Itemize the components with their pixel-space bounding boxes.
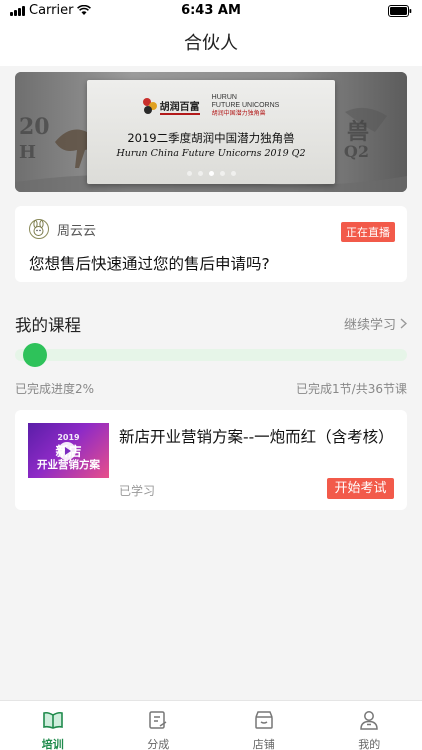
start-exam-button[interactable]: 开始考试 [327,478,394,499]
clock: 6:43 AM [181,3,241,18]
banner-slide[interactable]: 胡润百富 HURUN FUTURE UNICORNS 胡润中国潜力独角兽 201… [87,80,335,184]
host-name: 周云云 [57,223,97,239]
share-icon [149,711,167,729]
tab-training-label: 培训 [41,738,64,750]
tab-training[interactable]: 培训 [0,701,106,750]
page-title: 合伙人 [184,33,238,54]
live-question: 您想售后快速通过您的售后申请吗? [29,255,270,273]
hurun-mark-icon [142,98,157,114]
unicorn-logo-line3: 胡润中国潜力独角兽 [211,111,266,117]
tab-bar: 培训 分成 店铺 我的 [0,700,422,750]
banner-ghost-text-left: 20 [19,114,50,140]
battery-icon [388,5,412,17]
rabbit-avatar-icon [29,219,49,239]
tab-share[interactable]: 分成 [106,701,212,750]
banner-ghost-text-right-2: Q2 [343,142,369,161]
lesson-thumbnail[interactable]: 2019 新店 开业营销方案 [28,423,109,478]
unicorn-logo-line1: HURUN [211,94,237,101]
user-icon [360,711,379,730]
hurun-logo-text: 胡润百富 [159,98,200,115]
tab-mine[interactable]: 我的 [317,701,422,750]
progress-bar [15,343,407,367]
lesson-title: 新店开业营销方案--一炮而红（含考核） [119,428,394,446]
store-icon [255,711,273,729]
carousel-dot[interactable] [208,171,214,176]
chevron-right-icon [400,318,407,329]
courses-title: 我的课程 [15,316,81,335]
progress-percent-text: 已完成进度2% [15,382,95,396]
tab-mine-label: 我的 [358,738,381,750]
live-status-badge: 正在直播 [341,222,395,242]
continue-learning-link[interactable]: 继续学习 [344,314,407,333]
lesson-status: 已学习 [119,484,156,498]
banner-title: 2019二季度胡润中国潜力独角兽 [127,131,295,145]
courses-header: 我的课程 继续学习 [15,312,407,335]
lesson-count-text: 已完成1节/共36节课 [296,382,407,396]
banner-ghost-text-left-2: H [19,142,37,163]
tab-store-label: 店铺 [252,738,275,750]
live-card[interactable]: 周云云 正在直播 您想售后快速通过您的售后申请吗? [15,206,407,282]
hurun-logo: 胡润百富 [142,98,200,115]
carousel-dots[interactable] [15,171,407,176]
banner-subtitle: Hurun China Future Unicorns 2019 Q2 [116,148,306,159]
progress-indicator [22,343,47,367]
live-host: 周云云 [29,219,96,239]
tab-store[interactable]: 店铺 [211,701,317,750]
carousel-dot[interactable] [219,171,225,176]
tab-share-label: 分成 [147,738,170,750]
banner-logos: 胡润百富 HURUN FUTURE UNICORNS 胡润中国潜力独角兽 [87,94,335,118]
carousel-dot[interactable] [197,171,203,176]
carousel-dot[interactable] [186,171,192,176]
play-icon [58,442,76,460]
nav-bar: 合伙人 [0,22,422,66]
banner-carousel[interactable]: 20 H 兽 Q2 胡润百富 HURUN FUTURE UNICORNS 胡润中… [15,72,407,192]
status-bar: Carrier 6:43 AM [0,0,422,22]
book-icon [42,711,63,729]
continue-learning-label: 继续学习 [343,318,396,333]
carousel-dot[interactable] [230,171,236,176]
lesson-card[interactable]: 2019 新店 开业营销方案 新店开业营销方案--一炮而红（含考核） 已学习 开… [15,410,407,510]
unicorn-logo-line2: FUTURE UNICORNS [211,102,280,109]
unicorn-logo: HURUN FUTURE UNICORNS 胡润中国潜力独角兽 [212,94,280,118]
